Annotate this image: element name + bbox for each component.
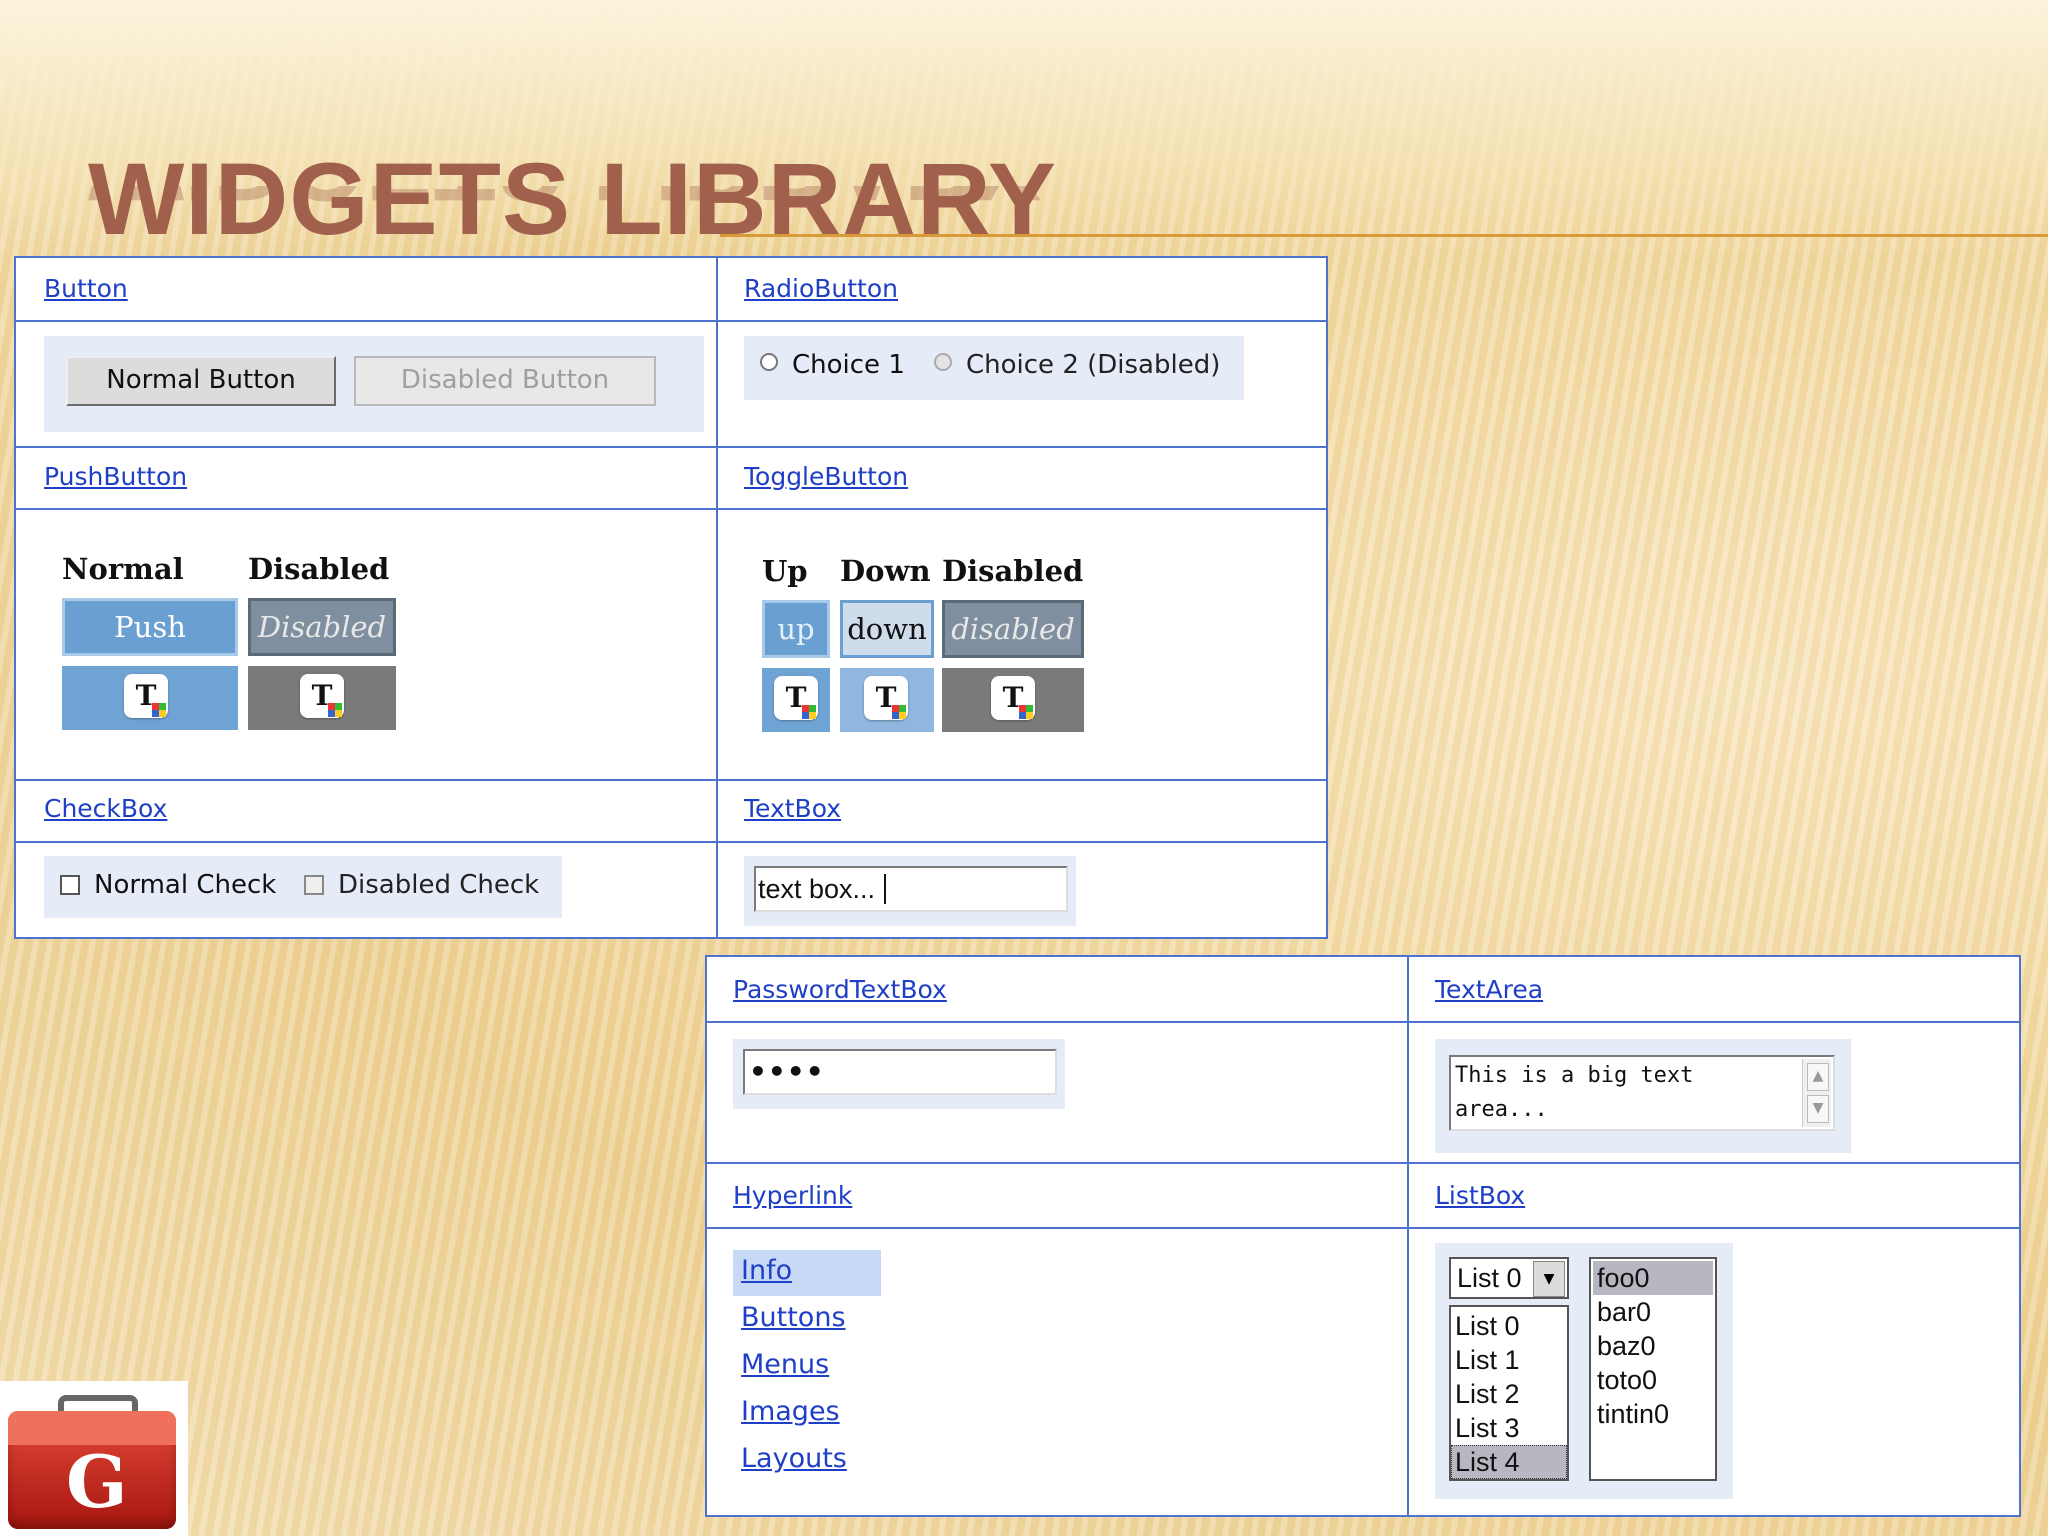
row-divider [16, 508, 1326, 510]
link-checkbox[interactable]: CheckBox [44, 794, 167, 823]
row-divider [707, 1227, 2019, 1229]
slide-title-reflection: WIDGETS LIBRARY [88, 186, 1042, 216]
radio-choice-1-label: Choice 1 [792, 350, 905, 380]
toggle-down-heading: Down [840, 554, 931, 588]
text-color-icon: T [774, 676, 818, 720]
column-divider [716, 258, 718, 937]
row-divider [16, 320, 1326, 322]
hyperlink-images[interactable]: Images [741, 1396, 840, 1427]
scroll-down-icon[interactable]: ▼ [1807, 1095, 1829, 1123]
widgets-panel-bottom: PasswordTextBox •••• TextArea This is a … [705, 955, 2021, 1517]
dropdown-option[interactable]: List 2 [1455, 1379, 1520, 1410]
toggle-up-heading: Up [762, 554, 808, 588]
title-underline [720, 234, 2048, 237]
listbox-demo: List 0 ▼ List 0 List 1 List 2 List 3 Lis… [1435, 1243, 1733, 1499]
text-input-value: text box... [758, 874, 876, 904]
disabled-checkbox-label: Disabled Check [338, 870, 540, 900]
link-button[interactable]: Button [44, 274, 128, 303]
push-image-button-disabled: T [248, 666, 396, 730]
link-hyperlink[interactable]: Hyperlink [733, 1181, 852, 1210]
push-button-disabled: Disabled [248, 598, 396, 656]
disabled-button: Disabled Button [354, 356, 656, 406]
row-divider [707, 1021, 2019, 1023]
scroll-up-icon[interactable]: ▲ [1807, 1063, 1829, 1091]
listbox-option[interactable]: tintin0 [1597, 1399, 1669, 1430]
normal-checkbox[interactable] [60, 875, 80, 895]
hyperlink-buttons[interactable]: Buttons [741, 1302, 846, 1333]
dropdown-option[interactable]: List 0 [1455, 1311, 1520, 1342]
dropdown-list[interactable]: List 0 List 1 List 2 List 3 List 4 [1449, 1305, 1569, 1481]
row-divider [16, 779, 1326, 781]
gwt-toolbox-icon: G [8, 1395, 176, 1529]
listbox-option[interactable]: bar0 [1597, 1297, 1651, 1328]
password-value: •••• [749, 1055, 825, 1088]
row-divider [707, 1162, 2019, 1164]
disabled-checkbox [304, 875, 324, 895]
toggle-down-image-button[interactable]: T [840, 668, 934, 732]
text-color-icon: T [300, 674, 344, 718]
row-divider [16, 841, 1326, 843]
textarea-demo: This is a big text area... ▲ ▼ [1435, 1039, 1851, 1153]
dropdown-selected-value: List 0 [1457, 1263, 1522, 1293]
text-area-line-1: This is a big text [1455, 1063, 1694, 1088]
toggle-up-button[interactable]: up [762, 600, 830, 658]
toggle-down-button[interactable]: down [840, 600, 934, 658]
text-color-icon: T [864, 676, 908, 720]
radio-demo: Choice 1 Choice 2 (Disabled) [744, 336, 1244, 400]
checkbox-demo: Normal Check Disabled Check [44, 856, 562, 918]
radio-choice-2-label: Choice 2 (Disabled) [966, 350, 1221, 380]
pushbutton-disabled-heading: Disabled [248, 552, 390, 586]
column-divider [1407, 957, 1409, 1515]
listbox-option[interactable]: baz0 [1597, 1331, 1656, 1362]
normal-button[interactable]: Normal Button [66, 356, 336, 406]
dropdown-option-selected[interactable]: List 4 [1455, 1447, 1520, 1478]
dropdown-select[interactable]: List 0 ▼ [1449, 1257, 1569, 1299]
widgets-panel-top: Button Normal Button Disabled Button Rad… [14, 256, 1328, 939]
link-textbox[interactable]: TextBox [744, 794, 841, 823]
hyperlink-layouts[interactable]: Layouts [741, 1443, 847, 1474]
text-cursor [884, 874, 886, 904]
dropdown-option[interactable]: List 3 [1455, 1413, 1520, 1444]
toggle-disabled-button: disabled [942, 600, 1084, 658]
toggle-disabled-heading: Disabled [942, 554, 1084, 588]
link-passwordtextbox[interactable]: PasswordTextBox [733, 975, 947, 1004]
push-button[interactable]: Push Button [62, 598, 238, 696]
gwt-logo: G [0, 1381, 188, 1536]
link-togglebutton[interactable]: ToggleButton [744, 462, 908, 491]
toggle-up-image-button[interactable]: T [762, 668, 830, 732]
textbox-demo: text box... [744, 856, 1076, 926]
normal-checkbox-label: Normal Check [94, 870, 277, 900]
toggle-disabled-image-button: T [942, 668, 1084, 732]
link-listbox[interactable]: ListBox [1435, 1181, 1525, 1210]
row-divider [16, 446, 1326, 448]
link-radiobutton[interactable]: RadioButton [744, 274, 898, 303]
text-area[interactable]: This is a big text area... ▲ ▼ [1449, 1055, 1835, 1131]
text-area-line-2: area... [1455, 1097, 1548, 1122]
pushbutton-normal-heading: Normal [62, 552, 184, 586]
push-image-button[interactable]: T [62, 666, 238, 730]
listbox-option-selected[interactable]: foo0 [1597, 1263, 1650, 1294]
dropdown-option[interactable]: List 1 [1455, 1345, 1520, 1376]
text-input[interactable]: text box... [754, 866, 1068, 912]
password-input[interactable]: •••• [743, 1049, 1057, 1095]
listbox-option[interactable]: toto0 [1597, 1365, 1657, 1396]
text-color-icon: T [124, 674, 168, 718]
button-demo: Normal Button Disabled Button [44, 336, 704, 432]
multi-listbox[interactable]: foo0 bar0 baz0 toto0 tintin0 [1589, 1257, 1717, 1481]
text-color-icon: T [991, 676, 1035, 720]
chevron-down-icon[interactable]: ▼ [1533, 1261, 1565, 1297]
hyperlink-info[interactable]: Info [741, 1255, 792, 1286]
radio-choice-1[interactable] [760, 353, 778, 371]
text-area-scrollbar[interactable]: ▲ ▼ [1802, 1059, 1831, 1127]
password-demo: •••• [733, 1039, 1065, 1109]
hyperlink-menus[interactable]: Menus [741, 1349, 829, 1380]
link-pushbutton[interactable]: PushButton [44, 462, 187, 491]
radio-choice-2 [934, 353, 952, 371]
link-textarea[interactable]: TextArea [1435, 975, 1543, 1004]
